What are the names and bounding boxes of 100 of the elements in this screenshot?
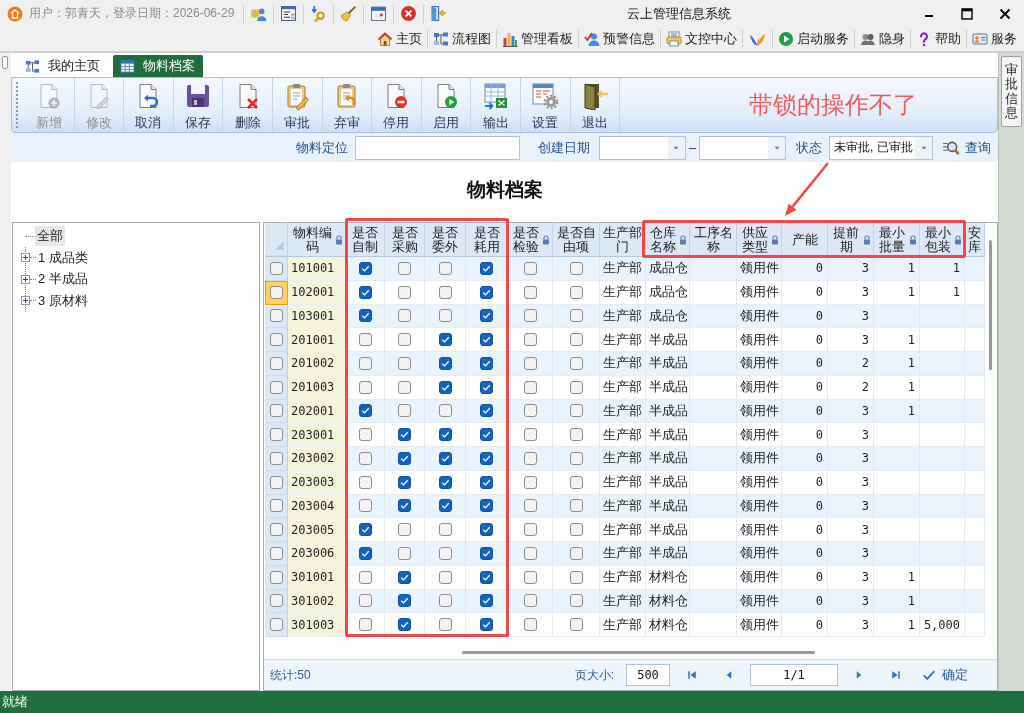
tab[interactable]: 物料档案	[113, 55, 203, 77]
checkbox[interactable]	[523, 475, 537, 489]
checkbox[interactable]	[480, 523, 493, 537]
checkbox[interactable]	[523, 594, 537, 608]
checkbox[interactable]	[569, 546, 583, 560]
checkbox[interactable]	[398, 261, 411, 275]
row-selector[interactable]	[265, 328, 288, 352]
column-header[interactable]: 仓库名称	[648, 225, 678, 254]
checkbox[interactable]	[569, 404, 583, 418]
checkbox[interactable]	[269, 380, 283, 394]
checkbox[interactable]	[398, 451, 411, 465]
checkbox[interactable]	[398, 523, 411, 537]
checkbox[interactable]	[438, 380, 452, 394]
checkbox[interactable]	[480, 451, 493, 465]
checkbox[interactable]	[523, 499, 537, 513]
expand-icon[interactable]	[21, 274, 30, 284]
checkbox[interactable]	[358, 380, 372, 394]
side-tab[interactable]: 审批信息	[1001, 56, 1022, 128]
checkbox[interactable]	[569, 380, 583, 394]
checkbox[interactable]	[523, 618, 537, 632]
checkbox[interactable]	[569, 285, 583, 299]
checkbox[interactable]	[358, 475, 372, 489]
checkbox[interactable]	[523, 428, 537, 442]
column-header[interactable]: 工序名称	[692, 225, 734, 254]
row-selector[interactable]	[265, 470, 288, 495]
confirm-button[interactable]: 确定	[922, 666, 968, 684]
checkbox[interactable]	[398, 428, 411, 442]
checkbox[interactable]	[358, 499, 372, 513]
row-selector[interactable]	[265, 399, 288, 424]
toolbar-link[interactable]: 流程图	[428, 29, 496, 49]
row-selector[interactable]	[265, 613, 288, 637]
column-header[interactable]: 是否自由项	[555, 225, 597, 254]
checkbox[interactable]	[480, 380, 493, 394]
checkbox[interactable]	[438, 451, 452, 465]
checkbox[interactable]	[569, 428, 583, 442]
checkbox[interactable]	[523, 356, 537, 370]
checkbox[interactable]	[438, 404, 452, 418]
row-selector[interactable]	[265, 352, 288, 376]
checkbox[interactable]	[569, 499, 583, 513]
key-icon[interactable]	[310, 5, 328, 22]
column-header[interactable]: 是否采购	[387, 225, 422, 254]
checkbox[interactable]	[269, 428, 283, 442]
checkbox[interactable]	[569, 618, 583, 632]
checkbox[interactable]	[269, 404, 283, 418]
checkbox[interactable]	[398, 618, 411, 632]
last-page-icon[interactable]	[890, 669, 902, 681]
checkbox[interactable]	[438, 570, 452, 584]
checkbox[interactable]	[523, 523, 537, 537]
checkbox[interactable]	[270, 286, 283, 300]
checkbox[interactable]	[358, 333, 372, 347]
column-header[interactable]: 产能	[791, 232, 818, 247]
checkbox[interactable]	[480, 475, 493, 489]
expand-icon[interactable]	[21, 296, 30, 306]
checkbox[interactable]	[480, 333, 493, 347]
checkbox[interactable]	[358, 618, 372, 632]
checkbox[interactable]	[398, 356, 411, 370]
date-field[interactable]	[598, 135, 686, 160]
checkbox[interactable]	[269, 333, 283, 347]
toolbar-link[interactable]: 服务	[967, 29, 1022, 49]
checkbox[interactable]	[569, 475, 583, 489]
row-selector[interactable]	[265, 304, 288, 329]
row-selector[interactable]	[265, 542, 288, 566]
checkbox[interactable]	[398, 570, 411, 584]
checkbox[interactable]	[480, 546, 493, 560]
checkbox[interactable]	[398, 546, 411, 560]
checkbox[interactable]	[438, 333, 452, 347]
checkbox[interactable]	[269, 309, 283, 323]
row-selector[interactable]	[265, 280, 288, 305]
column-header[interactable]: 安库	[967, 225, 982, 254]
toolbar-button[interactable]: 输出	[471, 78, 521, 132]
status-dropdown[interactable]: 未审批, 已审批	[829, 135, 933, 160]
toolbar-button[interactable]: 弃审	[322, 78, 373, 132]
checkbox[interactable]	[438, 309, 452, 323]
checkbox[interactable]	[438, 356, 452, 370]
checkbox[interactable]	[358, 285, 372, 299]
expand-icon[interactable]	[21, 253, 30, 263]
row-selector[interactable]	[265, 423, 288, 447]
checkbox[interactable]	[438, 523, 452, 537]
toolbar-link[interactable]: 管理看板	[497, 29, 578, 49]
checkbox[interactable]	[480, 285, 493, 299]
page-number-field[interactable]: 1/1	[750, 664, 838, 686]
toolbar-link[interactable]: 帮助	[911, 29, 966, 49]
tree-item[interactable]: 全部	[35, 226, 65, 246]
toolbar-button[interactable]: 删除	[223, 78, 273, 132]
checkbox[interactable]	[398, 475, 411, 489]
tree-item[interactable]: 3 原材料	[36, 290, 90, 311]
checkbox[interactable]	[480, 404, 493, 418]
row-selector[interactable]	[265, 589, 288, 614]
checkbox[interactable]	[398, 285, 411, 299]
checkbox[interactable]	[480, 356, 493, 370]
column-header[interactable]: 供应类型	[739, 225, 770, 254]
checkbox[interactable]	[358, 261, 372, 275]
broom-icon[interactable]	[340, 5, 358, 22]
row-selector[interactable]	[265, 375, 288, 400]
material-field[interactable]	[354, 135, 520, 160]
checkbox[interactable]	[438, 546, 452, 560]
checkbox[interactable]	[480, 618, 493, 632]
checkbox[interactable]	[569, 570, 583, 584]
toolbar-button[interactable]: 设置	[520, 78, 571, 132]
checkbox[interactable]	[438, 594, 452, 608]
